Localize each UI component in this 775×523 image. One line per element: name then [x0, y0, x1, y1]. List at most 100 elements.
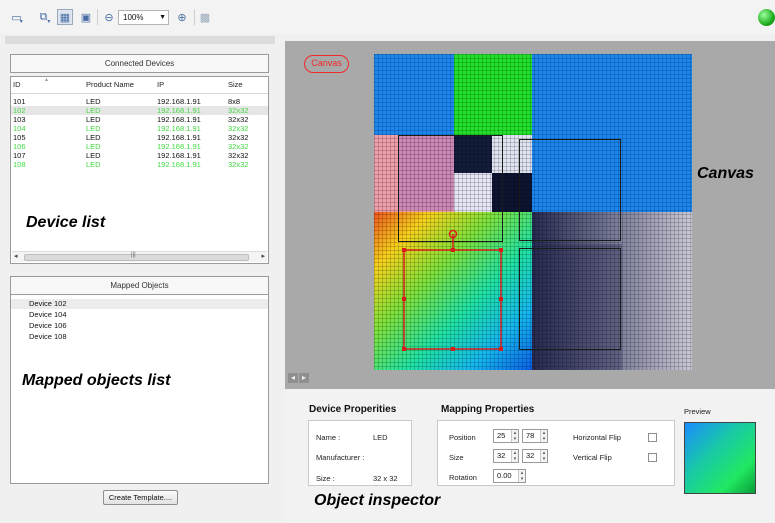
position-y-input[interactable]: 78 ▴ ▾: [522, 429, 548, 443]
rotation-label: Rotation: [449, 473, 477, 482]
scroll-right-icon[interactable]: ▸: [261, 252, 265, 260]
zoom-value: 100%: [123, 13, 144, 22]
column-header-product-name[interactable]: Product Name: [86, 80, 134, 89]
vertical-flip-checkbox[interactable]: [648, 453, 657, 462]
table-row[interactable]: 101 LED 192.168.1.91 8x8: [11, 97, 268, 106]
canvas-panel[interactable]: Canvas ◂ ▸: [285, 41, 775, 389]
toolbar-separator: [97, 9, 98, 25]
list-item[interactable]: Device 102: [11, 299, 268, 309]
size-h-input[interactable]: 32 ▴ ▾: [522, 449, 548, 463]
position-label: Position: [449, 433, 476, 442]
cell-size: 32x32: [228, 133, 249, 142]
cell-id: 108: [13, 160, 26, 169]
cell-product-name: LED: [86, 142, 101, 151]
cell-id: 104: [13, 124, 26, 133]
scrollbar-thumb[interactable]: |||: [24, 252, 249, 261]
name-value: LED: [373, 433, 388, 442]
nav-right-icon[interactable]: ▸: [299, 373, 309, 383]
selection-rect: [403, 249, 502, 350]
horizontal-flip-checkbox[interactable]: [648, 433, 657, 442]
left-panel-strip: [5, 36, 275, 44]
resize-handle: [402, 347, 406, 351]
image-icon[interactable]: ▣: [78, 9, 94, 25]
preview-label: Preview: [684, 407, 711, 416]
disabled-tool-icon: ▩: [199, 11, 211, 24]
sort-arrow-icon: ▴: [45, 77, 49, 83]
table-row[interactable]: 107 LED 192.168.1.91 32x32: [11, 151, 268, 160]
create-template-button[interactable]: Create Template....: [103, 490, 178, 505]
cell-product-name: LED: [86, 151, 101, 160]
list-item[interactable]: Device 108: [11, 332, 268, 342]
cell-size: 32x32: [228, 106, 249, 115]
cell-size: 32x32: [228, 160, 249, 169]
status-indicator-icon: [758, 9, 775, 26]
zoom-in-icon[interactable]: ⊕: [174, 9, 190, 25]
monitor-add-icon[interactable]: ⧉ ▾: [37, 9, 53, 25]
list-item[interactable]: Device 106: [11, 321, 268, 331]
cell-product-name: LED: [86, 115, 101, 124]
resize-handle: [451, 248, 455, 252]
cell-id: 107: [13, 151, 26, 160]
canvas-badge: Canvas: [304, 55, 349, 73]
toolbar-separator: [194, 9, 195, 25]
size-value: 32 x 32: [373, 474, 398, 483]
table-row[interactable]: 102 LED 192.168.1.91 32x32: [11, 106, 268, 115]
name-label: Name :: [316, 433, 341, 442]
resize-handle: [402, 248, 406, 252]
mapping-properties-title: Mapping Properties: [441, 404, 535, 415]
grid-icon[interactable]: ▦: [57, 9, 73, 25]
cell-ip: 192.168.1.91: [157, 160, 201, 169]
cell-ip: 192.168.1.91: [157, 151, 201, 160]
scroll-left-icon[interactable]: ◂: [14, 252, 18, 260]
mapped-objects-annotation: Mapped objects list: [22, 372, 171, 389]
size-w-input[interactable]: 32 ▴ ▾: [493, 449, 519, 463]
zoom-select[interactable]: 100% ▼: [118, 10, 169, 25]
cell-id: 106: [13, 142, 26, 151]
table-row[interactable]: 106 LED 192.168.1.91 32x32: [11, 142, 268, 151]
canvas-image[interactable]: [374, 54, 692, 370]
resize-handle: [499, 248, 503, 252]
cell-id: 105: [13, 133, 26, 142]
device-table[interactable]: ID ▴ Product Name IP Size 101 LED 192.16…: [10, 76, 269, 264]
mapped-objects-header: Mapped Objects: [10, 276, 269, 295]
cell-ip: 192.168.1.91: [157, 106, 201, 115]
list-item[interactable]: Device 104: [11, 310, 268, 320]
table-row[interactable]: 105 LED 192.168.1.91 32x32: [11, 133, 268, 142]
cell-id: 103: [13, 115, 26, 124]
cell-size: 8x8: [228, 97, 241, 106]
cell-size: 32x32: [228, 142, 249, 151]
preview-image: [684, 422, 756, 494]
resize-handle: [499, 347, 503, 351]
window-icon[interactable]: ▭ ▾: [9, 9, 25, 25]
cell-ip: 192.168.1.91: [157, 97, 201, 106]
cell-size: 32x32: [228, 124, 249, 133]
selection-overlay[interactable]: [374, 54, 692, 370]
cell-ip: 192.168.1.91: [157, 124, 201, 133]
horizontal-flip-label: Horizontal Flip: [573, 433, 621, 442]
position-x-input[interactable]: 25 ▴ ▾: [493, 429, 519, 443]
zoom-out-icon[interactable]: ⊖: [101, 9, 117, 25]
resize-handle: [499, 297, 503, 301]
column-header-size[interactable]: Size: [228, 80, 243, 89]
cell-ip: 192.168.1.91: [157, 142, 201, 151]
column-header-id[interactable]: ID: [13, 80, 21, 89]
vertical-flip-label: Vertical Flip: [573, 453, 612, 462]
canvas-annotation: Canvas: [697, 165, 754, 182]
cell-product-name: LED: [86, 124, 101, 133]
table-header: ID ▴ Product Name IP Size: [11, 77, 268, 94]
manufacturer-label: Manufacturer :: [316, 453, 365, 462]
column-header-ip[interactable]: IP: [157, 80, 164, 89]
table-row[interactable]: 108 LED 192.168.1.91 32x32: [11, 160, 268, 169]
mapping-properties-box: Position 25 ▴ ▾ 78 ▴ ▾ Size 32 ▴ ▾ 32 ▴ ▾ Rotati…: [437, 420, 675, 486]
cell-ip: 192.168.1.91: [157, 133, 201, 142]
resize-handle: [402, 297, 406, 301]
size-label: Size: [449, 453, 464, 462]
device-list-annotation: Device list: [26, 214, 106, 231]
chevron-down-icon: ▼: [159, 14, 166, 21]
cell-product-name: LED: [86, 133, 101, 142]
table-row[interactable]: 103 LED 192.168.1.91 32x32: [11, 115, 268, 124]
table-row[interactable]: 104 LED 192.168.1.91 32x32: [11, 124, 268, 133]
horizontal-scrollbar[interactable]: ◂ ||| ▸: [12, 251, 267, 262]
nav-left-icon[interactable]: ◂: [288, 373, 298, 383]
rotation-input[interactable]: 0.00 ▴ ▾: [493, 469, 526, 483]
